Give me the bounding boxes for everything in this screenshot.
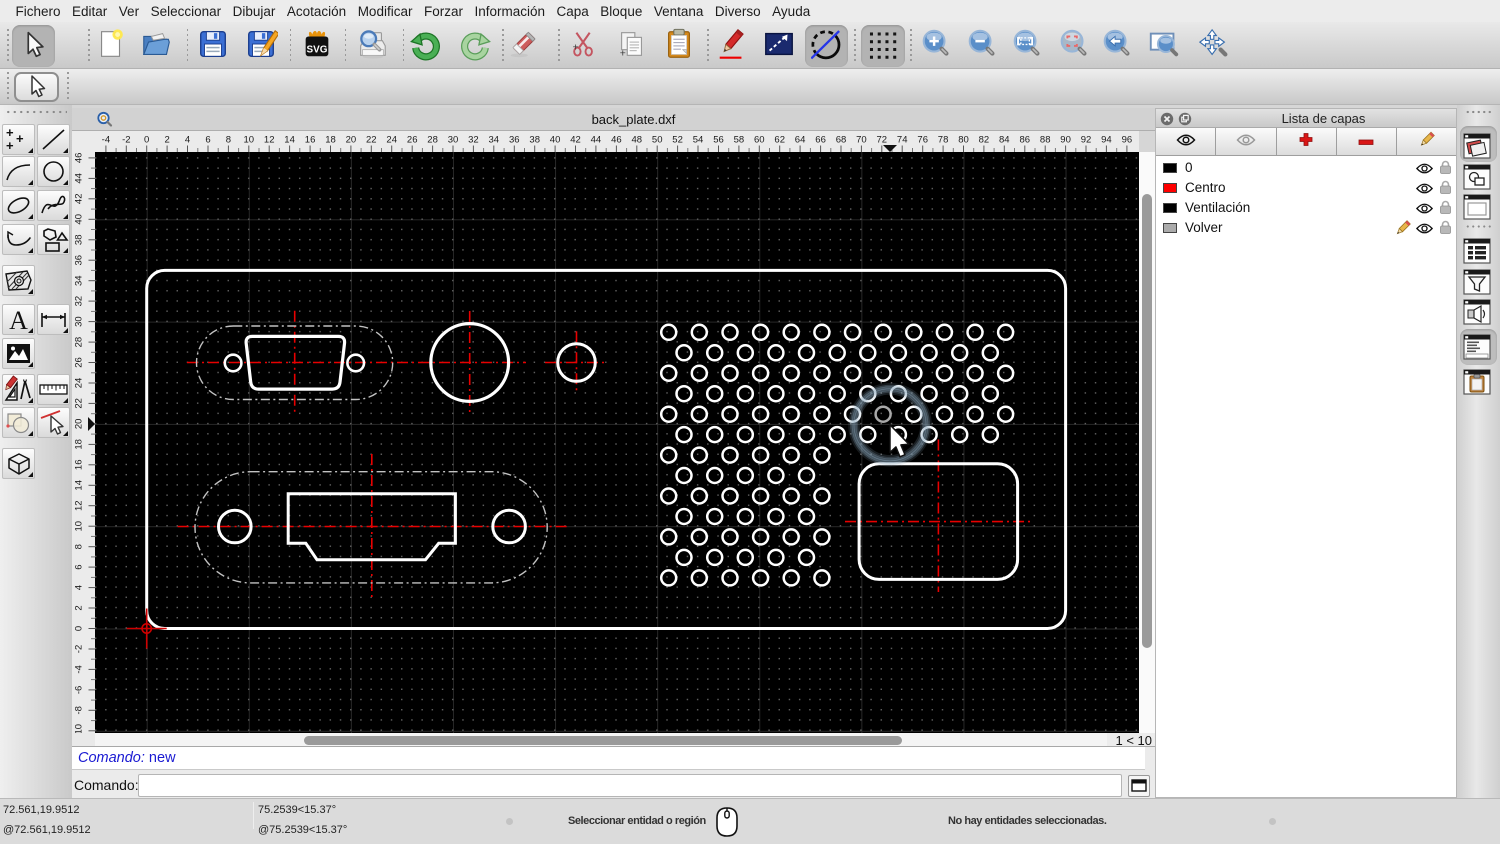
svg-text:72: 72 [877,135,888,146]
svg-text:34: 34 [489,135,500,146]
svg-text:40: 40 [550,135,561,146]
svg-text:12: 12 [74,500,85,511]
svg-text:58: 58 [734,135,745,146]
svg-text:84: 84 [999,135,1010,146]
svg-text:28: 28 [74,337,85,348]
svg-text:18: 18 [74,439,85,450]
svg-text:24: 24 [386,135,397,146]
svg-text:32: 32 [468,135,479,146]
svg-text:14: 14 [74,480,85,491]
svg-text:6: 6 [74,564,85,569]
svg-text:54: 54 [693,135,704,146]
svg-text:4: 4 [185,135,190,146]
svg-text:26: 26 [74,357,85,368]
svg-text:30: 30 [74,316,85,327]
svg-text:92: 92 [1081,135,1092,146]
svg-text:-2: -2 [74,645,85,653]
svg-text:74: 74 [897,135,908,146]
svg-text:90: 90 [1060,135,1071,146]
svg-text:-10: -10 [74,724,85,733]
svg-text:8: 8 [226,135,231,146]
svg-text:12: 12 [264,135,275,146]
svg-text:86: 86 [1020,135,1031,146]
svg-text:78: 78 [938,135,949,146]
svg-text:62: 62 [774,135,785,146]
svg-text:+: + [620,48,626,59]
svg-text:80: 80 [958,135,969,146]
svg-text:68: 68 [836,135,847,146]
svg-text:40: 40 [74,214,85,225]
svg-text:30: 30 [448,135,459,146]
svg-text:36: 36 [74,255,85,266]
svg-text:94: 94 [1101,135,1112,146]
svg-text:18: 18 [325,135,336,146]
svg-text:28: 28 [427,135,438,146]
svg-text:-8: -8 [74,706,85,714]
svg-text:42: 42 [74,194,85,205]
svg-text:66: 66 [815,135,826,146]
svg-text:-4: -4 [102,135,110,146]
svg-text:34: 34 [74,275,85,286]
svg-text:64: 64 [795,135,806,146]
svg-text:+: + [6,138,14,153]
svg-text:26: 26 [407,135,418,146]
svg-text:70: 70 [856,135,867,146]
svg-text:82: 82 [979,135,990,146]
svg-text:+: + [573,43,579,54]
svg-text:A: A [9,306,28,334]
svg-text:8: 8 [74,544,85,549]
svg-text:44: 44 [591,135,602,146]
svg-text:38: 38 [74,235,85,246]
svg-text:10: 10 [244,135,255,146]
svg-text:2: 2 [164,135,169,146]
svg-text:6: 6 [205,135,210,146]
svg-text:14: 14 [284,135,295,146]
svg-text:0: 0 [144,135,149,146]
svg-text:32: 32 [74,296,85,307]
svg-text:60: 60 [754,135,765,146]
svg-text:16: 16 [305,135,316,146]
svg-text:-6: -6 [74,686,85,694]
svg-text:-4: -4 [74,665,85,673]
svg-text:+: + [16,131,24,146]
svg-text:36: 36 [509,135,520,146]
svg-text:38: 38 [529,135,540,146]
svg-text:52: 52 [672,135,683,146]
svg-text:22: 22 [366,135,377,146]
svg-text:-2: -2 [122,135,130,146]
svg-text:48: 48 [632,135,643,146]
svg-text:46: 46 [74,153,85,164]
svg-text:16: 16 [74,460,85,471]
svg-text:SVG: SVG [307,45,328,56]
svg-text:20: 20 [346,135,357,146]
svg-text:2: 2 [74,605,85,610]
svg-text:88: 88 [1040,135,1051,146]
svg-text:42: 42 [570,135,581,146]
svg-text:22: 22 [74,398,85,409]
svg-text:20: 20 [74,419,85,430]
svg-text:76: 76 [917,135,928,146]
svg-text:0: 0 [74,626,85,631]
svg-text:44: 44 [74,173,85,184]
svg-text:50: 50 [652,135,663,146]
svg-text:10: 10 [74,521,85,532]
svg-text:96: 96 [1122,135,1133,146]
svg-text:56: 56 [713,135,724,146]
svg-text:24: 24 [74,378,85,389]
svg-text:46: 46 [611,135,622,146]
svg-text:4: 4 [74,585,85,590]
